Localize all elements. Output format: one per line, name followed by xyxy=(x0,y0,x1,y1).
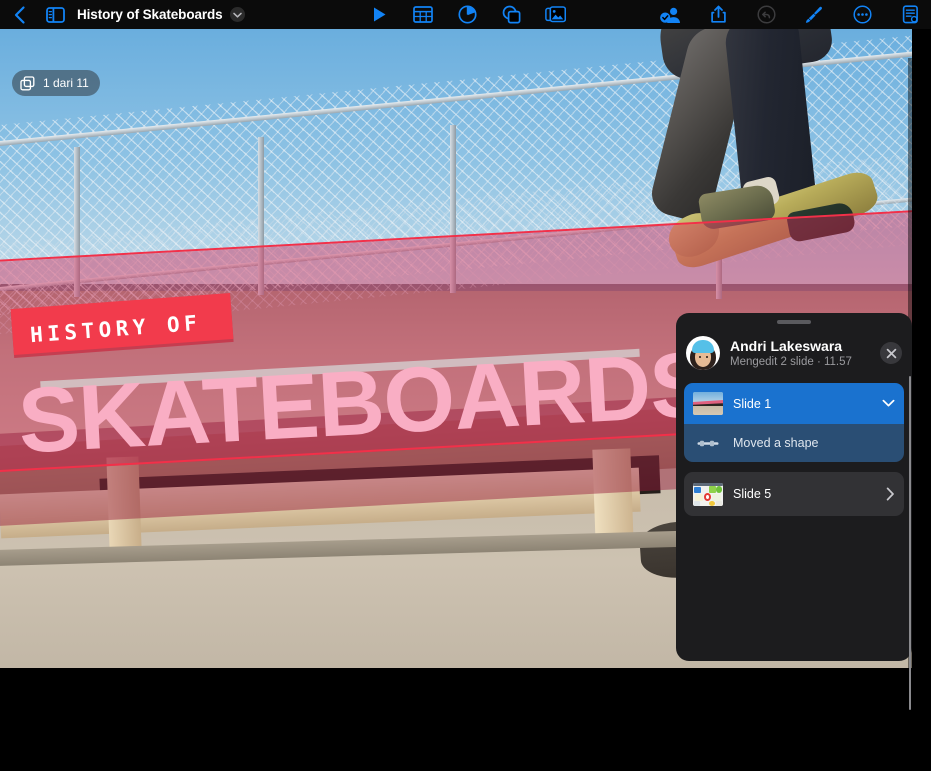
collaborator-info: Andri Lakeswara Mengedit 2 slide · 11.57 xyxy=(730,338,880,368)
page-title[interactable]: History of Skateboards xyxy=(77,7,223,22)
memoji-hat xyxy=(692,340,714,353)
shape-icon[interactable] xyxy=(498,2,524,28)
toolbar-center-group xyxy=(366,0,568,29)
collaborator-status: Mengedit 2 slide · 11.57 xyxy=(730,356,880,368)
keynote-app-window: History of Skateboards xyxy=(0,0,931,771)
avatar xyxy=(686,336,720,370)
activity-list: Slide 1 Moved a shape xyxy=(684,383,904,516)
play-icon[interactable] xyxy=(366,2,392,28)
list-item-slide-5[interactable]: Slide 5 xyxy=(684,472,904,516)
activity-label: Moved a shape xyxy=(733,436,895,450)
sidebar-toggle-icon[interactable] xyxy=(42,2,68,28)
chart-icon[interactable] xyxy=(454,2,480,28)
collaboration-activity-popover: Andri Lakeswara Mengedit 2 slide · 11.57… xyxy=(676,313,912,661)
media-icon[interactable] xyxy=(542,2,568,28)
format-brush-icon[interactable] xyxy=(801,2,827,28)
popover-header: Andri Lakeswara Mengedit 2 slide · 11.57 xyxy=(676,327,912,379)
list-item-activity[interactable]: Moved a shape xyxy=(684,424,904,462)
slide-1-thumbnail xyxy=(693,392,723,415)
slide-count-badge[interactable]: 1 dari 11 xyxy=(12,70,100,96)
document-options-icon[interactable] xyxy=(897,2,923,28)
slide-count-label: 1 dari 11 xyxy=(43,76,89,90)
list-item-label: Slide 1 xyxy=(733,397,882,411)
chevron-down-icon[interactable] xyxy=(230,7,245,22)
chevron-right-icon[interactable] xyxy=(886,487,895,501)
slide-5-thumbnail xyxy=(693,483,723,506)
undo-icon xyxy=(753,2,779,28)
share-icon[interactable] xyxy=(705,2,731,28)
list-item-slide-1[interactable]: Slide 1 xyxy=(684,383,904,424)
top-toolbar: History of Skateboards xyxy=(0,0,931,29)
vertical-scrollbar[interactable] xyxy=(909,376,911,710)
table-icon[interactable] xyxy=(410,2,436,28)
toolbar-right-group xyxy=(657,0,923,29)
back-button[interactable] xyxy=(6,2,32,28)
toolbar-left-group: History of Skateboards xyxy=(0,0,245,29)
collaborator-name: Andri Lakeswara xyxy=(730,338,880,354)
more-icon[interactable] xyxy=(849,2,875,28)
close-icon[interactable] xyxy=(880,342,902,364)
popover-grabber[interactable] xyxy=(777,320,811,324)
list-item-label: Slide 5 xyxy=(733,487,886,501)
slides-stack-icon xyxy=(20,76,35,91)
chevron-down-icon[interactable] xyxy=(882,399,895,408)
shape-glyph-icon xyxy=(693,432,723,455)
collaborate-icon[interactable] xyxy=(657,2,683,28)
